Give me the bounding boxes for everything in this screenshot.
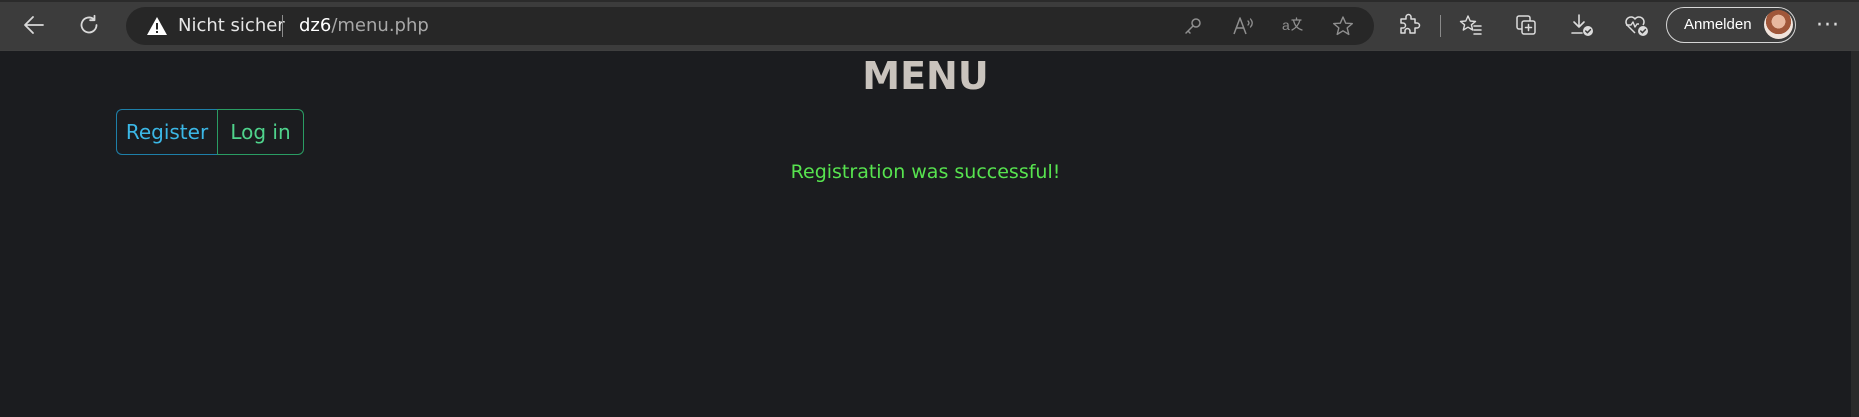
sign-in-button[interactable]: Anmelden bbox=[1666, 7, 1796, 43]
warning-icon bbox=[147, 17, 167, 35]
collections-button[interactable] bbox=[1510, 9, 1542, 41]
svg-text:a: a bbox=[1282, 17, 1290, 33]
translate-button[interactable]: a bbox=[1280, 14, 1306, 38]
register-button[interactable]: Register bbox=[116, 109, 217, 155]
url-text[interactable]: dz6/menu.php bbox=[299, 16, 429, 36]
browser-health-button[interactable] bbox=[1620, 9, 1652, 41]
favorite-star-icon bbox=[1333, 16, 1353, 36]
downloads-icon bbox=[1571, 14, 1593, 36]
login-button[interactable]: Log in bbox=[217, 109, 304, 155]
address-bar[interactable]: Nicht sicher dz6/menu.php a bbox=[126, 7, 1374, 45]
back-icon bbox=[24, 16, 44, 34]
extensions-icon bbox=[1400, 13, 1421, 34]
sign-in-label: Anmelden bbox=[1684, 16, 1752, 33]
page-title: MENU bbox=[862, 54, 989, 98]
favorites-button[interactable] bbox=[1455, 9, 1487, 41]
browser-toolbar: Nicht sicher dz6/menu.php a Anmelden ··· bbox=[0, 0, 1859, 50]
status-message: Registration was successful! bbox=[790, 161, 1061, 183]
toolbar-separator bbox=[1440, 15, 1441, 37]
add-favorite-button[interactable] bbox=[1330, 14, 1356, 38]
auth-button-group: Register Log in bbox=[116, 109, 304, 155]
scrollbar[interactable] bbox=[1851, 51, 1859, 417]
address-separator bbox=[282, 15, 283, 37]
downloads-button[interactable] bbox=[1565, 9, 1597, 41]
back-button[interactable] bbox=[16, 7, 52, 43]
read-aloud-button[interactable] bbox=[1231, 14, 1257, 38]
security-status-label[interactable]: Nicht sicher bbox=[178, 16, 285, 36]
content-top-border bbox=[0, 50, 1859, 51]
browser-health-icon bbox=[1625, 16, 1648, 36]
url-path: /menu.php bbox=[331, 15, 429, 36]
settings-more-button[interactable]: ··· bbox=[1810, 9, 1846, 41]
collections-icon bbox=[1516, 15, 1536, 35]
translate-icon: a bbox=[1282, 17, 1303, 33]
tabstrip-edge bbox=[0, 0, 1859, 2]
read-aloud-icon bbox=[1233, 17, 1253, 35]
avatar bbox=[1764, 10, 1793, 39]
refresh-button[interactable] bbox=[71, 7, 107, 43]
favorites-icon bbox=[1459, 15, 1482, 35]
refresh-icon bbox=[80, 14, 98, 34]
url-host: dz6 bbox=[299, 15, 332, 36]
extensions-button[interactable] bbox=[1393, 9, 1425, 41]
more-icon: ··· bbox=[1816, 12, 1840, 38]
password-key-button[interactable] bbox=[1180, 14, 1206, 38]
key-icon bbox=[1185, 18, 1201, 34]
